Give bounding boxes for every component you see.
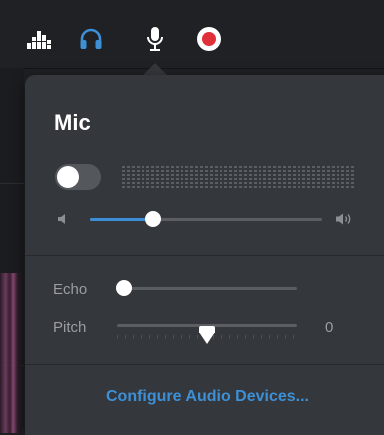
pitch-slider-knob[interactable]	[199, 326, 215, 344]
pitch-value: 0	[325, 319, 334, 336]
volume-slider-fill	[90, 218, 153, 221]
echo-slider-knob[interactable]	[116, 280, 132, 296]
speaker-low-icon[interactable]	[57, 213, 69, 225]
speaker-high-icon[interactable]	[335, 212, 353, 226]
volume-slider-knob[interactable]	[144, 211, 161, 227]
mic-toggle[interactable]	[55, 164, 101, 190]
configure-audio-devices-link[interactable]: Configure Audio Devices...	[25, 388, 384, 406]
record-icon[interactable]	[194, 24, 224, 54]
mic-popover: Mic Echo Pitch 0 Configure Audio Devices…	[25, 75, 384, 435]
divider	[25, 255, 384, 256]
divider	[25, 364, 384, 365]
background-track-area	[0, 68, 24, 433]
headphones-icon[interactable]	[76, 24, 106, 54]
waveform-strip	[0, 273, 22, 433]
pitch-label: Pitch	[53, 319, 87, 336]
toggle-knob[interactable]	[57, 166, 79, 188]
equalizer-icon[interactable]	[24, 24, 54, 54]
volume-row	[55, 207, 355, 231]
echo-label: Echo	[53, 281, 88, 298]
microphone-icon[interactable]	[140, 24, 170, 54]
popover-caret	[143, 63, 167, 75]
top-toolbar	[0, 0, 384, 69]
popover-title: Mic	[54, 110, 91, 135]
echo-slider-track[interactable]	[117, 287, 297, 290]
input-level-meter	[122, 166, 354, 188]
